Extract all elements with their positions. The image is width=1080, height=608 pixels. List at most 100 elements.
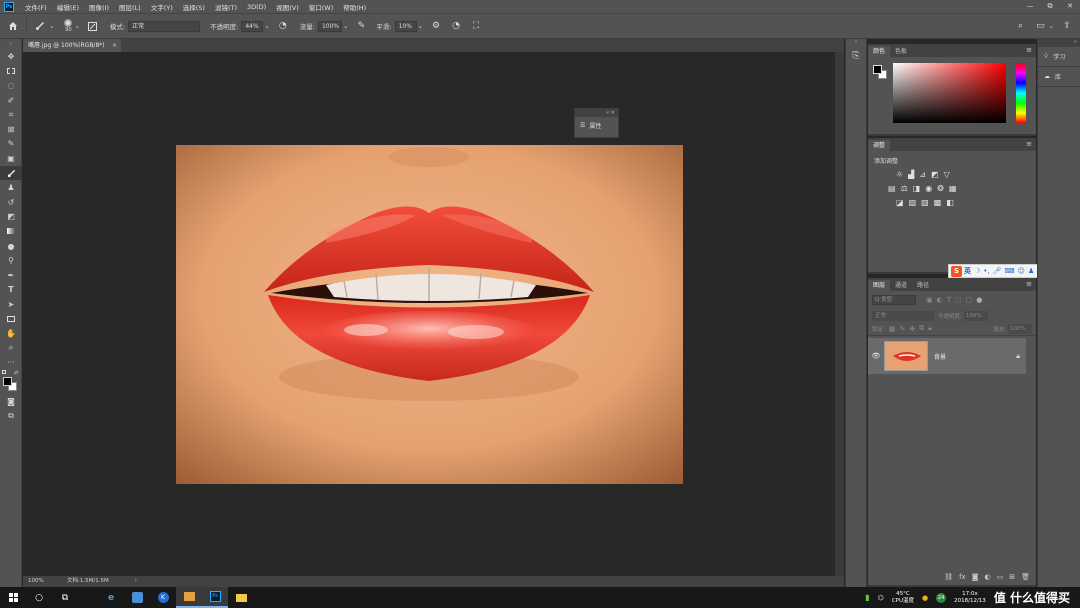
search-icon[interactable]: ⌕ (1014, 19, 1028, 33)
new-layer-icon[interactable]: ⊞ (1009, 573, 1015, 581)
sogou-logo-icon[interactable]: S (951, 265, 962, 277)
home-icon[interactable] (6, 19, 20, 33)
hue-saturation-icon[interactable]: ▤ (888, 184, 896, 193)
tab-layers[interactable]: 图层 (868, 280, 891, 291)
swap-colors-icon[interactable]: ⇄ (14, 370, 18, 376)
quick-select-tool-icon[interactable]: ✐ (0, 93, 22, 108)
levels-icon[interactable]: ▟ (908, 170, 914, 179)
app-icon-bird[interactable] (124, 587, 150, 608)
hand-tool-icon[interactable]: ✋ (0, 326, 22, 341)
color-lookup-icon[interactable]: ▦ (949, 184, 957, 193)
clock-time[interactable]: 17:0x (962, 591, 978, 598)
ime-moon-icon[interactable]: ☽ (974, 267, 980, 275)
threshold-icon[interactable]: ▧ (921, 198, 929, 207)
menu-window[interactable]: 窗口(W) (304, 2, 339, 12)
tab-color[interactable]: 颜色 (868, 46, 891, 57)
tray-icon-a[interactable]: ● (922, 594, 928, 602)
opacity-chevron-icon[interactable]: ⌄ (264, 22, 269, 30)
pressure-opacity-icon[interactable]: ◔ (276, 19, 290, 33)
minimize-button[interactable]: — (1020, 0, 1040, 12)
close-button[interactable]: ✕ (1060, 0, 1080, 12)
workspace-chevron-icon[interactable]: ⌄ (1049, 22, 1054, 30)
hue-slider[interactable] (1016, 63, 1026, 123)
filter-pixel-icon[interactable]: ▣ (926, 296, 933, 304)
fg-color-swatch[interactable] (873, 65, 882, 74)
blur-tool-icon[interactable]: ● (0, 239, 22, 254)
type-tool-icon[interactable]: T (0, 283, 22, 298)
flow-field[interactable]: 100% (317, 20, 342, 32)
channel-mixer-icon[interactable]: ❂ (937, 184, 944, 193)
ime-mic-icon[interactable]: 🎤︎ (993, 267, 1002, 275)
libraries-button[interactable]: ☁ 库 (1038, 67, 1080, 87)
menu-3d[interactable]: 3D(D) (242, 3, 271, 11)
eye-icon[interactable]: 👁︎ (868, 352, 884, 360)
smoothing-gear-icon[interactable]: ⚙ (429, 19, 443, 33)
restore-button[interactable]: ⧉ (1040, 0, 1060, 12)
close-tab-icon[interactable]: × (112, 39, 117, 52)
quick-mask-icon[interactable]: ◙ (0, 394, 22, 409)
more-tools-icon[interactable]: ··· (0, 355, 22, 370)
delete-layer-icon[interactable]: 🗑︎ (1021, 573, 1030, 581)
lock-position-icon[interactable]: ✥ (909, 325, 915, 333)
path-selection-tool-icon[interactable]: ➤ (0, 297, 22, 312)
blend-mode-select[interactable]: 正常 (872, 310, 934, 321)
workspace-icon[interactable]: ▭ (1034, 19, 1048, 33)
task-view-icon[interactable]: ⧉ (52, 587, 78, 608)
network-icon[interactable]: ⌬ (878, 594, 884, 602)
marquee-tool-icon[interactable] (0, 64, 22, 79)
color-field[interactable] (893, 63, 1006, 123)
layer-opacity-field[interactable]: 100% (963, 310, 988, 321)
tray-badge[interactable]: 24 (936, 592, 947, 603)
smooth-chevron-icon[interactable]: ⌄ (418, 22, 423, 30)
tab-paths[interactable]: 路径 (912, 280, 934, 291)
layers-menu-icon[interactable]: ≡ (1026, 280, 1032, 288)
curves-icon[interactable]: ⊿ (919, 170, 926, 179)
link-layers-icon[interactable]: ⛓ (944, 573, 953, 581)
file-explorer-icon[interactable] (228, 587, 254, 608)
properties-label[interactable]: 属性 (589, 121, 601, 130)
lasso-tool-icon[interactable]: ◌ (0, 78, 22, 93)
menu-file[interactable]: 文件(F) (20, 2, 52, 12)
brightness-contrast-icon[interactable]: ☼ (896, 170, 903, 179)
screen-mode-icon[interactable]: ⧉ (0, 409, 22, 424)
zoom-level[interactable]: 100% (23, 576, 67, 587)
layer-row-background[interactable]: 👁︎ 背景 🔒︎ (868, 338, 1026, 374)
menu-help[interactable]: 帮助(H) (338, 2, 371, 12)
smooth-field[interactable]: 10% (394, 20, 417, 32)
selective-color-icon[interactable]: ◧ (946, 198, 954, 207)
default-colors-icon[interactable] (2, 370, 6, 375)
invert-icon[interactable]: ◪ (896, 198, 904, 207)
symmetry-icon[interactable]: ⛶ (469, 19, 483, 33)
ime-keyboard-icon[interactable]: ⌨ (1005, 267, 1015, 275)
tab-channels[interactable]: 通道 (890, 280, 912, 291)
panel-menu-icon[interactable]: ≡ (1026, 46, 1032, 54)
tab-swatches[interactable]: 色板 (890, 46, 912, 57)
menu-layer[interactable]: 图层(L) (114, 2, 146, 12)
dodge-tool-icon[interactable]: ⚲ (0, 253, 22, 268)
ime-punct-icon[interactable]: •, (983, 267, 989, 275)
gradient-tool-icon[interactable] (0, 224, 22, 239)
pen-tool-icon[interactable]: ✒ (0, 268, 22, 283)
edge-browser-icon[interactable]: e (98, 587, 124, 608)
toolbar-grip-icon[interactable]: » (0, 39, 21, 49)
photo-filter-icon[interactable]: ◉ (925, 184, 932, 193)
history-brush-tool-icon[interactable]: ↺ (0, 195, 22, 210)
frame-tool-icon[interactable]: ⊠ (0, 122, 22, 137)
ime-lang-toggle[interactable]: 英 (964, 266, 971, 276)
menu-type[interactable]: 文字(Y) (146, 2, 178, 12)
filter-type-icon[interactable]: T (947, 296, 951, 304)
clone-stamp-tool-icon[interactable]: ♟ (0, 180, 22, 195)
lock-pixels-icon[interactable]: ▦ (889, 325, 896, 333)
new-adjustment-icon[interactable]: ◐ (985, 573, 991, 581)
brush-settings-icon[interactable] (86, 19, 100, 33)
pressure-size-icon[interactable]: ◔ (449, 19, 463, 33)
crop-tool-icon[interactable]: ⌗ (0, 107, 22, 122)
flow-chevron-icon[interactable]: ⌄ (343, 22, 348, 30)
layer-name[interactable]: 背景 (934, 352, 946, 361)
layer-kind-filter[interactable]: Q 类型 (872, 295, 916, 305)
healing-brush-tool-icon[interactable]: ▣ (0, 151, 22, 166)
filter-toggle-icon[interactable]: ● (976, 296, 982, 304)
properties-panel-header[interactable]: « ✕ (575, 109, 618, 117)
brush-tool-icon-active[interactable] (0, 165, 22, 181)
app-icon-image-viewer[interactable] (176, 587, 202, 608)
